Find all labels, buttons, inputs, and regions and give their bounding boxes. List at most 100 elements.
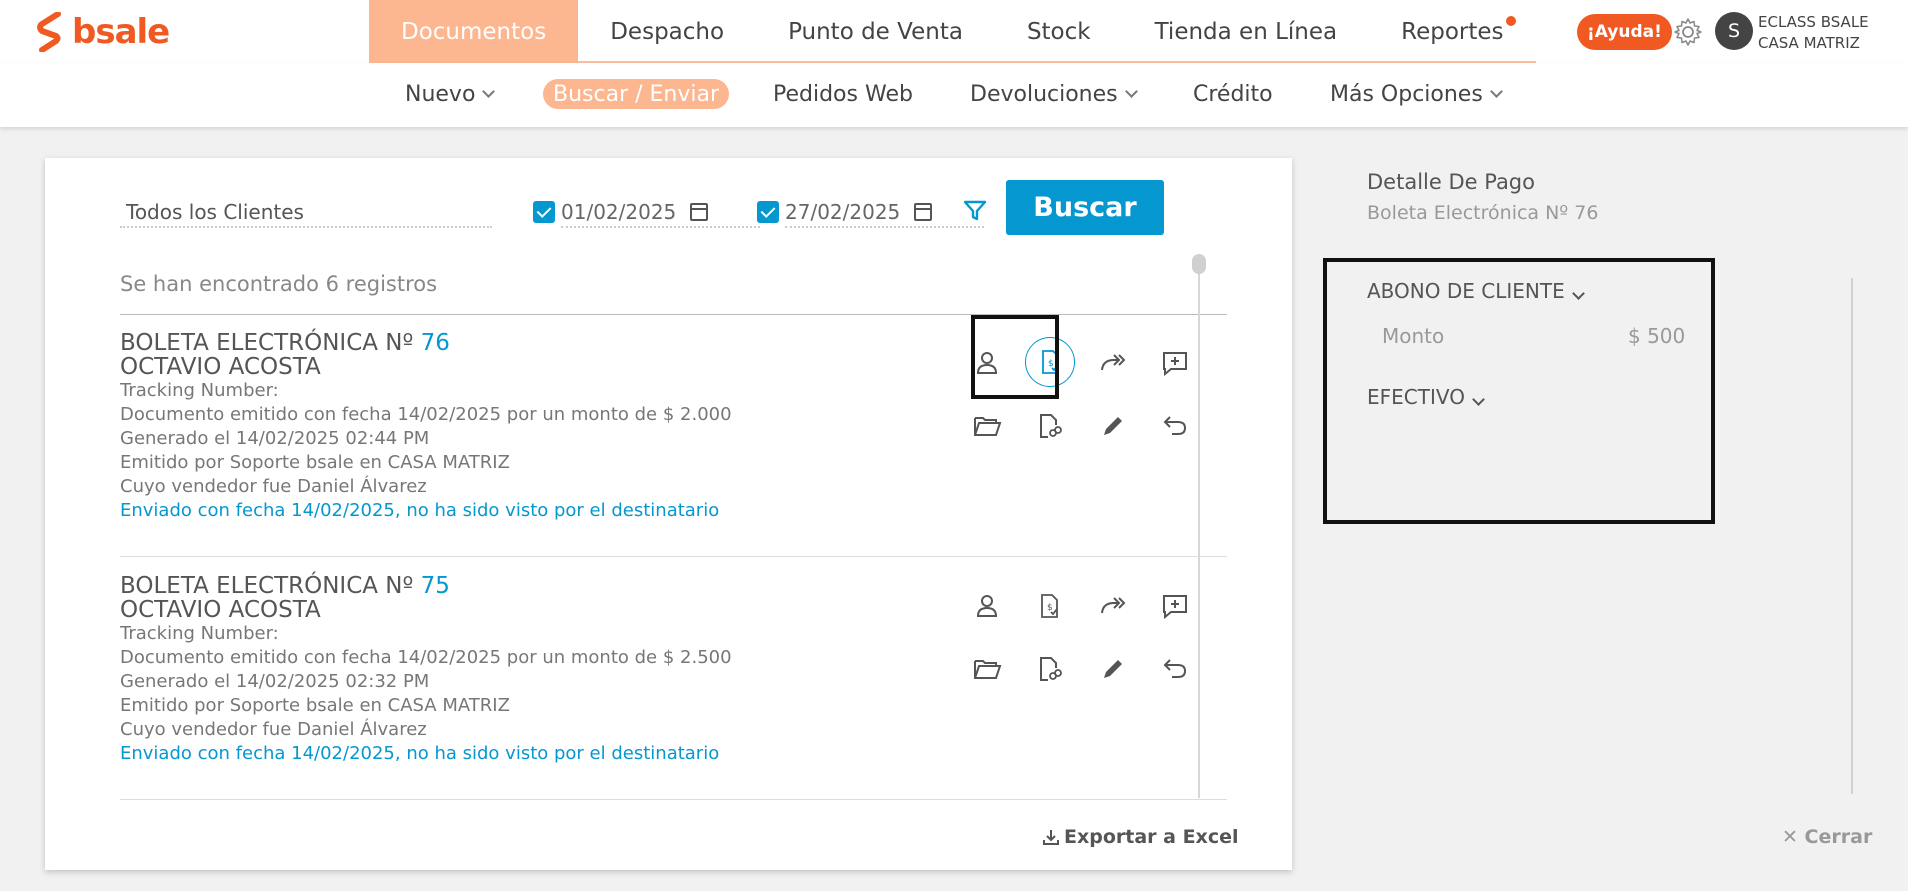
edit-action[interactable] (1093, 406, 1133, 446)
sent-status[interactable]: Enviado con fecha 14/02/2025, no ha sido… (120, 742, 1227, 766)
document-link-icon (1040, 657, 1062, 681)
scrollbar-thumb[interactable] (1192, 254, 1206, 274)
chevron-down-icon (482, 84, 496, 98)
add-comment-icon (1163, 595, 1187, 620)
date-from-field[interactable]: 01/02/2025 (561, 198, 760, 228)
date-to-value: 27/02/2025 (785, 200, 901, 224)
date-to-field[interactable]: 27/02/2025 (785, 198, 984, 228)
nav-despacho[interactable]: Despacho (578, 0, 756, 63)
folder-open-icon (974, 660, 1002, 679)
add-comment-action[interactable] (1155, 343, 1195, 383)
subnav-label: Pedidos Web (773, 81, 913, 107)
subnav-mas-opciones[interactable]: Más Opciones (1330, 79, 1503, 109)
svg-text:$: $ (1047, 603, 1053, 613)
main-nav: Documentos Despacho Punto de Venta Stock… (369, 0, 1536, 63)
document-row: BOLETA ELECTRÓNICA Nº 75 OCTAVIO ACOSTA … (120, 558, 1227, 800)
subnav-buscar-enviar[interactable]: Buscar / Enviar (543, 79, 730, 109)
notification-dot (1505, 16, 1516, 26)
add-comment-action[interactable] (1155, 586, 1195, 626)
efectivo-label: EFECTIVO (1367, 385, 1465, 409)
subnav-devoluciones[interactable]: Devoluciones (970, 79, 1138, 109)
nav-tienda-en-linea[interactable]: Tienda en Línea (1123, 0, 1370, 63)
avatar[interactable]: S (1715, 12, 1753, 50)
document-number[interactable]: 75 (421, 573, 450, 599)
edit-action[interactable] (1093, 649, 1133, 689)
help-button[interactable]: ¡Ayuda! (1577, 14, 1672, 50)
nav-reportes[interactable]: Reportes (1369, 0, 1535, 63)
pencil-icon (1104, 417, 1122, 435)
client-action[interactable] (967, 586, 1007, 626)
nav-stock[interactable]: Stock (995, 0, 1123, 63)
undo-icon (1163, 416, 1187, 435)
filter-funnel-icon[interactable] (962, 198, 988, 224)
nav-label: Despacho (610, 18, 725, 45)
abono-label: ABONO DE CLIENTE (1367, 279, 1565, 303)
company-name[interactable]: ECLASS BSALE CASA MATRIZ (1758, 12, 1869, 54)
panel-divider (1851, 278, 1853, 794)
brand-name: bsale (72, 12, 170, 52)
user-icon (976, 595, 998, 617)
sent-status[interactable]: Enviado con fecha 14/02/2025, no ha sido… (120, 499, 1227, 523)
document-row: BOLETA ELECTRÓNICA Nº 76 OCTAVIO ACOSTA … (120, 315, 1227, 557)
forward-action[interactable] (1093, 343, 1133, 383)
nav-label: Punto de Venta (788, 18, 963, 45)
export-label: Exportar a Excel (1064, 826, 1239, 848)
document-link-action[interactable] (1029, 649, 1069, 689)
document-number[interactable]: 76 (421, 330, 450, 356)
return-action[interactable] (1155, 649, 1195, 689)
search-button[interactable]: Buscar (1006, 180, 1164, 235)
document-link-action[interactable] (1029, 406, 1069, 446)
top-navbar: bsale Documentos Despacho Punto de Venta… (0, 0, 1908, 63)
subnav-label: Nuevo (405, 81, 476, 107)
subnav-credito[interactable]: Crédito (1193, 79, 1273, 109)
pencil-icon (1104, 660, 1122, 678)
return-action[interactable] (1155, 406, 1195, 446)
subnav-label: Devoluciones (970, 81, 1118, 107)
date-from-value: 01/02/2025 (561, 200, 677, 224)
subnav-label: Crédito (1193, 81, 1273, 107)
documents-card: Todos los Clientes 01/02/2025 27/02/2025… (45, 158, 1292, 870)
company-line1: ECLASS BSALE (1758, 13, 1869, 31)
add-comment-icon (1163, 352, 1187, 377)
payment-detail-subtitle: Boleta Electrónica Nº 76 (1367, 202, 1599, 224)
calendar-icon[interactable] (690, 203, 709, 221)
monto-value: $ 500 (1628, 324, 1686, 348)
sub-navbar: Nuevo Buscar / Enviar Pedidos Web Devolu… (0, 63, 1908, 127)
client-filter-input[interactable]: Todos los Clientes (120, 198, 492, 228)
forward-all-icon (1101, 354, 1126, 371)
highlight-box (971, 315, 1059, 399)
abono-section-toggle[interactable]: ABONO DE CLIENTE (1367, 279, 1585, 303)
nav-label: Tienda en Línea (1154, 18, 1338, 45)
close-label: Cerrar (1804, 826, 1873, 848)
open-folder-action[interactable] (967, 406, 1007, 446)
calendar-icon[interactable] (914, 203, 933, 221)
date-from-checkbox[interactable] (533, 201, 555, 223)
forward-action[interactable] (1093, 586, 1133, 626)
close-icon: ✕ (1782, 826, 1798, 848)
forward-all-icon (1101, 597, 1126, 614)
nav-documentos[interactable]: Documentos (369, 0, 579, 63)
seller-info: Cuyo vendedor fue Daniel Álvarez (120, 476, 427, 497)
nav-label: Documentos (401, 18, 547, 45)
bsale-logo-icon (37, 12, 61, 52)
date-to-checkbox[interactable] (757, 201, 779, 223)
document-type: BOLETA ELECTRÓNICA Nº (120, 573, 414, 599)
export-excel-button[interactable]: Exportar a Excel (1042, 826, 1238, 848)
subnav-pedidos-web[interactable]: Pedidos Web (773, 79, 913, 109)
payment-detail-action[interactable]: $ (1029, 586, 1069, 626)
subnav-nuevo[interactable]: Nuevo (405, 79, 496, 109)
nav-label: Reportes (1401, 18, 1504, 45)
open-folder-action[interactable] (967, 649, 1007, 689)
chevron-down-icon (1571, 287, 1585, 300)
document-type: BOLETA ELECTRÓNICA Nº (120, 330, 414, 356)
gear-icon[interactable] (1672, 16, 1704, 48)
subnav-label: Buscar / Enviar (553, 81, 720, 107)
efectivo-section-toggle[interactable]: EFECTIVO (1367, 385, 1485, 409)
close-button[interactable]: ✕ Cerrar (1782, 826, 1872, 848)
seller-info: Cuyo vendedor fue Daniel Álvarez (120, 719, 427, 740)
document-actions: $ (967, 558, 1227, 708)
download-icon (1043, 830, 1059, 845)
bsale-logo[interactable]: bsale (36, 12, 170, 52)
nav-label: Stock (1026, 18, 1091, 45)
nav-punto-de-venta[interactable]: Punto de Venta (756, 0, 995, 63)
